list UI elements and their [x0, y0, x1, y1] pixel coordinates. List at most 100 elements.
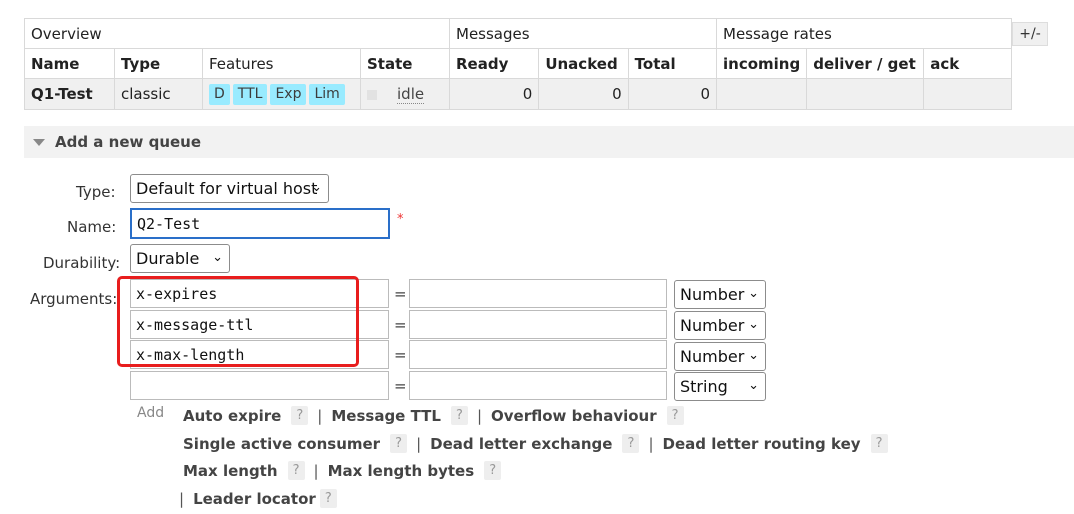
- argument-helpers-line-2: Single active consumer ? | Dead letter e…: [183, 434, 897, 453]
- argument-type-value: Number: [680, 347, 745, 366]
- equals-sign: =: [394, 316, 407, 334]
- helper-message-ttl-link[interactable]: Message TTL: [331, 407, 441, 425]
- help-icon[interactable]: ?: [622, 434, 640, 453]
- type-select[interactable]: Default for virtual host ⌄: [130, 174, 329, 203]
- chevron-down-icon: ⌄: [212, 250, 223, 265]
- argument-key-input[interactable]: [130, 371, 389, 400]
- helper-single-active-consumer-link[interactable]: Single active consumer: [183, 435, 380, 453]
- feature-ttl-badge: TTL: [232, 83, 268, 105]
- collapse-triangle-icon: [33, 138, 45, 146]
- state-indicator-icon: [367, 89, 377, 100]
- help-icon[interactable]: ?: [450, 406, 468, 425]
- help-icon[interactable]: ?: [319, 489, 337, 508]
- durability-select[interactable]: Durable ⌄: [130, 244, 230, 273]
- type-label: Type:: [76, 183, 116, 201]
- equals-sign: =: [394, 346, 407, 364]
- equals-sign: =: [394, 377, 407, 395]
- argument-helpers-line-4: | Leader locator ?: [179, 489, 346, 508]
- col-name[interactable]: Name: [24, 48, 115, 79]
- argument-type-select[interactable]: Number ⌄: [674, 311, 766, 340]
- argument-type-value: String: [680, 377, 728, 396]
- argument-helpers-line-1: Auto expire ? | Message TTL ? | Overflow…: [183, 406, 693, 425]
- help-icon[interactable]: ?: [287, 461, 305, 480]
- chevron-down-icon: ⌄: [748, 348, 759, 363]
- queue-state: idle: [360, 78, 450, 110]
- separator: |: [179, 489, 185, 508]
- separator: |: [476, 406, 482, 425]
- queues-table: Overview Messages Message rates Name Typ…: [24, 18, 1013, 110]
- ready-count: 0: [448, 78, 540, 110]
- durability-label: Durability:: [43, 254, 121, 272]
- argument-type-select[interactable]: String ⌄: [674, 372, 766, 401]
- col-unacked[interactable]: Unacked: [538, 48, 629, 79]
- argument-type-value: Number: [680, 316, 745, 335]
- separator: |: [313, 461, 319, 480]
- argument-type-select[interactable]: Number ⌄: [674, 342, 766, 371]
- col-incoming[interactable]: incoming: [715, 48, 808, 79]
- col-ack[interactable]: ack: [923, 48, 1013, 79]
- column-toggle-button[interactable]: +/-: [1012, 22, 1048, 46]
- durability-select-value: Durable: [136, 249, 200, 268]
- col-features[interactable]: Features: [202, 48, 361, 79]
- group-overview: Overview: [24, 18, 450, 49]
- argument-key-input[interactable]: x-max-length: [130, 340, 389, 369]
- help-icon[interactable]: ?: [484, 461, 502, 480]
- group-messages: Messages: [449, 18, 717, 49]
- col-state[interactable]: State: [360, 48, 450, 79]
- feature-expires-badge: Exp: [270, 83, 307, 105]
- incoming-rate: [715, 78, 808, 110]
- table-row: Q1-Test classic D TTL Exp Lim idle 0 0 0: [24, 78, 1013, 110]
- help-icon[interactable]: ?: [291, 406, 309, 425]
- col-type[interactable]: Type: [114, 48, 203, 79]
- state-label: idle: [397, 85, 425, 104]
- required-mark: *: [397, 212, 404, 227]
- separator: |: [648, 434, 654, 453]
- col-total[interactable]: Total: [627, 48, 718, 79]
- help-icon[interactable]: ?: [870, 434, 888, 453]
- argument-type-select[interactable]: Number ⌄: [674, 280, 766, 309]
- queue-name-link[interactable]: Q1-Test: [24, 78, 115, 110]
- queue-type: classic: [114, 78, 203, 110]
- argument-value-input[interactable]: [409, 310, 667, 339]
- section-title: Add a new queue: [55, 133, 202, 151]
- total-count: 0: [627, 78, 718, 110]
- argument-value-input[interactable]: [409, 279, 667, 308]
- separator: |: [317, 406, 323, 425]
- ack-rate: [923, 78, 1013, 110]
- col-deliver-get[interactable]: deliver / get: [806, 48, 925, 79]
- argument-helpers-line-3: Max length ? | Max length bytes ?: [183, 461, 510, 480]
- group-message-rates: Message rates: [715, 18, 1013, 49]
- chevron-down-icon: ⌄: [748, 286, 759, 301]
- deliver-get-rate: [806, 78, 925, 110]
- feature-durable-badge: D: [209, 83, 230, 105]
- help-icon[interactable]: ?: [390, 434, 408, 453]
- argument-key-input[interactable]: x-expires: [130, 279, 389, 308]
- name-label: Name:: [67, 218, 117, 236]
- add-queue-section-header[interactable]: Add a new queue: [24, 126, 1074, 158]
- argument-key-input[interactable]: x-message-ttl: [130, 310, 389, 339]
- helper-max-length-bytes-link[interactable]: Max length bytes: [328, 462, 475, 480]
- type-select-value: Default for virtual host: [136, 179, 318, 198]
- helper-leader-locator-link[interactable]: Leader locator: [193, 490, 316, 508]
- col-ready[interactable]: Ready: [448, 48, 540, 79]
- chevron-down-icon: ⌄: [311, 180, 322, 195]
- queue-name-input[interactable]: Q2-Test: [130, 208, 390, 239]
- feature-limit-badge: Lim: [309, 83, 345, 105]
- arguments-label: Arguments:: [30, 290, 118, 308]
- equals-sign: =: [394, 285, 407, 303]
- helper-dead-letter-exchange-link[interactable]: Dead letter exchange: [430, 435, 612, 453]
- chevron-down-icon: ⌄: [748, 317, 759, 332]
- argument-type-value: Number: [680, 285, 745, 304]
- argument-value-input[interactable]: [409, 340, 667, 369]
- add-argument-label: Add: [137, 405, 165, 421]
- help-icon[interactable]: ?: [666, 406, 684, 425]
- argument-value-input[interactable]: [409, 371, 667, 400]
- helper-max-length-link[interactable]: Max length: [183, 462, 278, 480]
- helper-auto-expire-link[interactable]: Auto expire: [183, 407, 281, 425]
- helper-overflow-behaviour-link[interactable]: Overflow behaviour: [491, 407, 657, 425]
- separator: |: [416, 434, 422, 453]
- unacked-count: 0: [538, 78, 629, 110]
- chevron-down-icon: ⌄: [748, 378, 759, 393]
- helper-dead-letter-routing-key-link[interactable]: Dead letter routing key: [663, 435, 861, 453]
- queue-features: D TTL Exp Lim: [202, 78, 361, 110]
